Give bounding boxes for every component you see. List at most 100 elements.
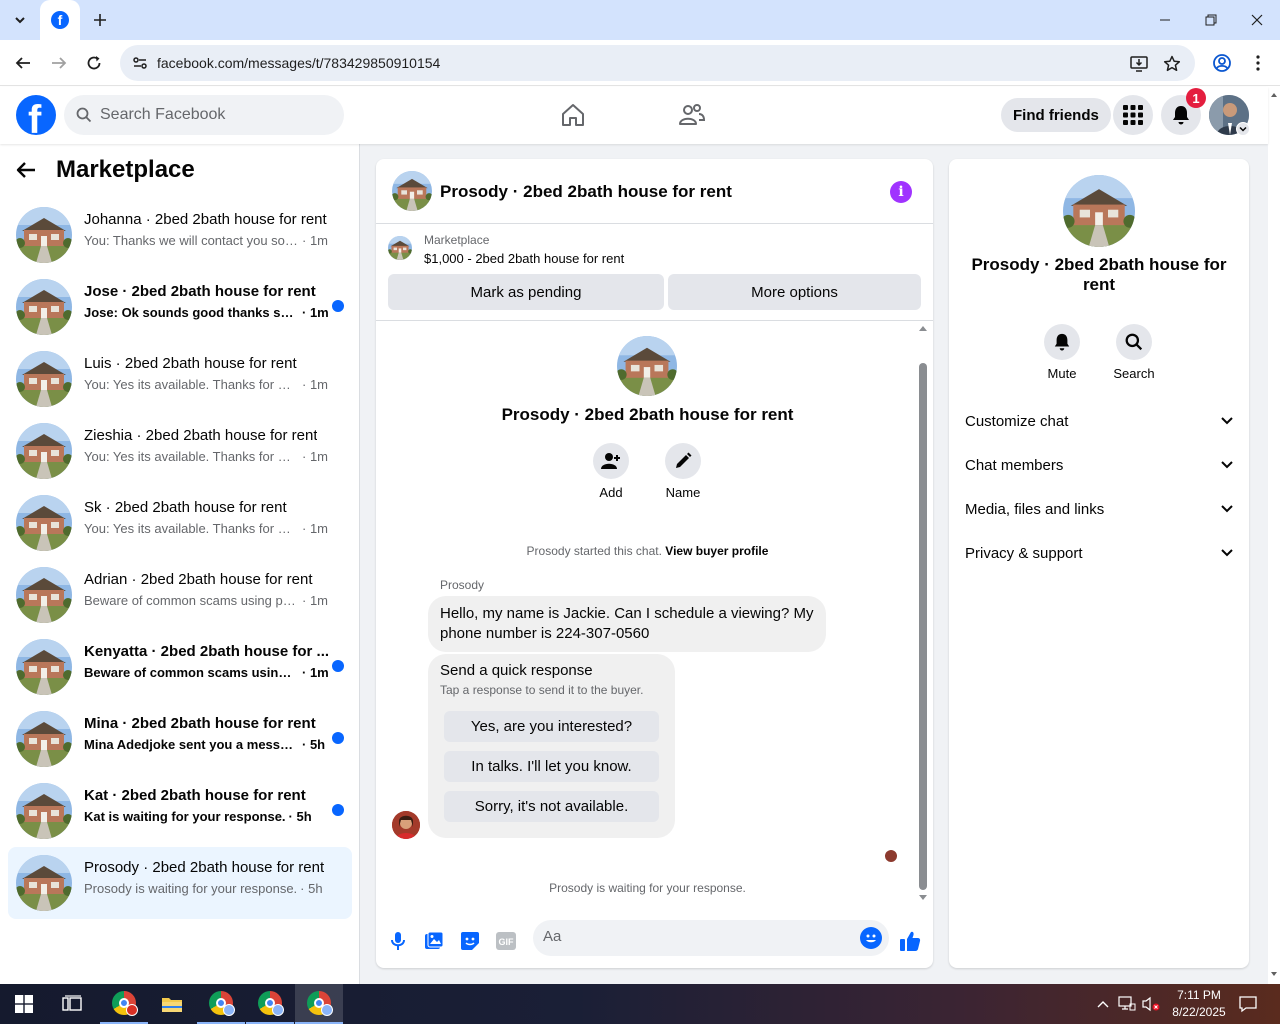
browser-tab-facebook[interactable]: f	[40, 0, 80, 40]
conversation-item[interactable]: Prosody · 2bed 2bath house for rent Proso…	[8, 847, 352, 919]
thumbs-up-icon[interactable]	[898, 929, 922, 953]
account-chevron-down-icon[interactable]	[1236, 122, 1250, 136]
conversation-item[interactable]: Johanna · 2bed 2bath house for rent You: …	[8, 199, 352, 271]
install-app-icon[interactable]	[1128, 53, 1150, 75]
conversation-name: Prosody · 2bed 2bath house for rent	[84, 859, 325, 876]
mark-as-pending-button[interactable]: Mark as pending	[388, 274, 664, 310]
profile-badge	[272, 1004, 284, 1016]
emoji-icon[interactable]	[860, 927, 882, 949]
sticker-icon[interactable]	[458, 929, 482, 953]
bookmark-star-icon[interactable]	[1161, 53, 1183, 75]
back-arrow-icon[interactable]	[16, 161, 36, 179]
find-friends-button[interactable]: Find friends	[1001, 98, 1111, 132]
more-options-button[interactable]: More options	[668, 274, 921, 310]
network-icon[interactable]	[1116, 984, 1138, 1024]
gif-icon[interactable]: GIF	[494, 929, 518, 953]
conversation-time: · 1m	[302, 665, 329, 680]
conversation-snippet: You: Yes its available. Thanks for mess.…	[84, 449, 328, 464]
unread-indicator-dot	[332, 804, 344, 816]
restore-button[interactable]	[1188, 0, 1234, 40]
clock-time: 7:11 PM	[1177, 988, 1221, 1002]
sender-avatar[interactable]	[392, 811, 420, 839]
volume-muted-icon[interactable]	[1140, 984, 1162, 1024]
file-explorer-taskbar-app[interactable]	[148, 984, 196, 1024]
conversation-thumbnail	[16, 423, 72, 479]
message-input-box[interactable]	[533, 920, 889, 956]
new-tab-button[interactable]	[88, 8, 112, 32]
facebook-logo-icon[interactable]: f	[16, 95, 56, 135]
minimize-icon	[1160, 19, 1170, 21]
close-window-button[interactable]	[1234, 0, 1280, 40]
task-view-icon	[62, 995, 82, 1011]
message-input[interactable]	[543, 928, 843, 945]
kebab-menu-icon	[1256, 55, 1260, 71]
quick-response-option[interactable]: Sorry, it's not available.	[444, 791, 659, 822]
info-icon[interactable]: i	[890, 181, 912, 203]
chat-scroll-thumb[interactable]	[919, 363, 927, 890]
profile-button[interactable]	[1207, 48, 1237, 78]
microphone-icon[interactable]	[386, 929, 410, 953]
conversation-item[interactable]: Adrian · 2bed 2bath house for rent Beware…	[8, 559, 352, 631]
search-icon	[1125, 333, 1143, 351]
conversation-item[interactable]: Luis · 2bed 2bath house for rent You: Yes…	[8, 343, 352, 415]
conversation-item[interactable]: Jose · 2bed 2bath house for rent Jose: Ok…	[8, 271, 352, 343]
forward-button[interactable]	[44, 48, 74, 78]
chrome-taskbar-app-active[interactable]	[295, 984, 343, 1024]
customize-chat-section[interactable]: Customize chat	[957, 401, 1241, 441]
name-chat-button[interactable]: Name	[653, 443, 713, 500]
facebook-search-box[interactable]	[64, 95, 344, 135]
conversation-snippet: You: Yes its available. Thanks for mess.…	[84, 377, 328, 392]
start-button[interactable]	[0, 984, 48, 1024]
minimize-button[interactable]	[1142, 0, 1188, 40]
arrow-left-icon	[15, 57, 30, 69]
facebook-search-input[interactable]	[100, 106, 320, 124]
address-bar[interactable]: facebook.com/messages/t/783429850910154	[120, 45, 1195, 81]
chat-members-section[interactable]: Chat members	[957, 445, 1241, 485]
photo-icon[interactable]	[422, 929, 446, 953]
conversation-item[interactable]: Sk · 2bed 2bath house for rent You: Yes i…	[8, 487, 352, 559]
incoming-message-bubble[interactable]: Hello, my name is Jackie. Can I schedule…	[428, 596, 826, 652]
conversation-item[interactable]: Kat · 2bed 2bath house for rent Kat is wa…	[8, 775, 352, 847]
conversation-name: Adrian · 2bed 2bath house for rent	[84, 571, 313, 588]
taskbar-clock[interactable]: 7:11 PM 8/22/2025	[1160, 987, 1238, 1021]
chat-title[interactable]: Prosody · 2bed 2bath house for rent	[440, 182, 732, 202]
quick-response-option[interactable]: In talks. I'll let you know.	[444, 751, 659, 782]
folder-icon	[162, 998, 182, 1012]
listing-thumbnail[interactable]	[388, 236, 412, 260]
mute-button[interactable]: Mute	[1032, 324, 1092, 381]
media-files-links-section[interactable]: Media, files and links	[957, 489, 1241, 529]
home-nav-button[interactable]	[557, 99, 589, 131]
url-text[interactable]: facebook.com/messages/t/783429850910154	[157, 55, 440, 71]
windows-logo-icon	[15, 995, 33, 1013]
search-in-chat-button[interactable]: Search	[1104, 324, 1164, 381]
listing-price[interactable]: $1,000 - 2bed 2bath house for rent	[424, 251, 624, 266]
task-view-button[interactable]	[48, 984, 96, 1024]
conversation-snippet: Kat is waiting for your response. · 5h	[84, 809, 312, 824]
conversation-item[interactable]: Zieshia · 2bed 2bath house for rent You: …	[8, 415, 352, 487]
chat-thumbnail[interactable]	[392, 171, 432, 211]
chrome-taskbar-app[interactable]	[246, 984, 294, 1024]
quick-response-card: Send a quick response Tap a response to …	[428, 654, 675, 838]
browser-menu-button[interactable]	[1243, 48, 1273, 78]
page-scrollbar[interactable]	[1268, 87, 1280, 984]
listing-banner: Marketplace $1,000 - 2bed 2bath house fo…	[376, 224, 933, 321]
action-center-button[interactable]	[1234, 984, 1262, 1024]
site-info-icon[interactable]	[130, 53, 150, 73]
conversation-item[interactable]: Mina · 2bed 2bath house for rent Mina Ade…	[8, 703, 352, 775]
conversation-preview: Prosody is waiting for your response.	[84, 881, 298, 896]
quick-response-option[interactable]: Yes, are you interested?	[444, 711, 659, 742]
name-label: Name	[665, 485, 701, 500]
reload-button[interactable]	[79, 48, 109, 78]
menu-button[interactable]	[1113, 95, 1153, 135]
conversation-item[interactable]: Kenyatta · 2bed 2bath house for ... Bewar…	[8, 631, 352, 703]
profile-badge	[321, 1004, 333, 1016]
view-buyer-profile-link[interactable]: View buyer profile	[665, 544, 768, 558]
tray-overflow-button[interactable]	[1094, 984, 1112, 1024]
chrome-taskbar-app[interactable]	[197, 984, 245, 1024]
back-button[interactable]	[8, 48, 38, 78]
friends-nav-button[interactable]	[676, 99, 708, 131]
chrome-taskbar-app[interactable]	[100, 984, 148, 1024]
tab-search-button[interactable]	[6, 6, 34, 34]
privacy-support-section[interactable]: Privacy & support	[957, 533, 1241, 573]
add-people-button[interactable]: Add	[581, 443, 641, 500]
